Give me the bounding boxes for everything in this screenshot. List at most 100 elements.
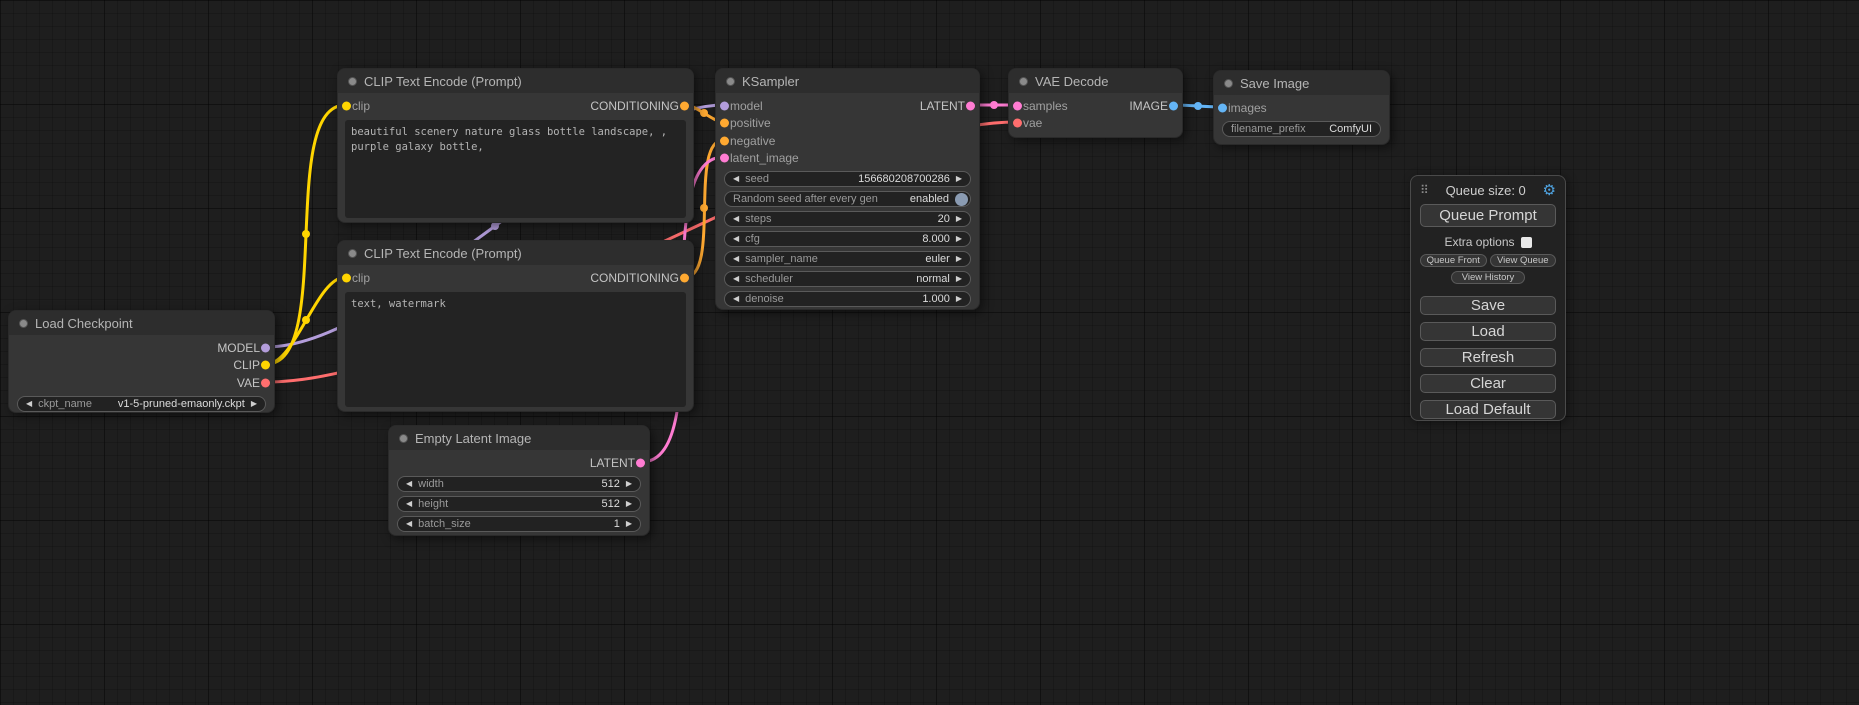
output-port-conditioning[interactable] (680, 101, 689, 110)
output-label-latent: LATENT (920, 99, 965, 113)
arrow-left-icon[interactable]: ◀ (733, 235, 739, 243)
widget-scheduler[interactable]: ◀ scheduler normal ▶ (724, 271, 971, 287)
arrow-right-icon[interactable]: ▶ (956, 215, 962, 223)
view-history-button[interactable]: View History (1451, 271, 1525, 284)
output-port-vae[interactable] (261, 378, 270, 387)
node-title-bar[interactable]: KSampler (716, 69, 979, 93)
node-ksampler[interactable]: KSampler model LATENT positive negative … (715, 68, 980, 310)
output-port-image[interactable] (1169, 101, 1178, 110)
input-port-clip[interactable] (342, 101, 351, 110)
widget-height[interactable]: ◀ height 512 ▶ (397, 496, 641, 512)
slot-row: negative (716, 132, 979, 150)
arrow-right-icon[interactable]: ▶ (956, 235, 962, 243)
widget-label: width (418, 478, 444, 490)
prompt-text-input[interactable]: beautiful scenery nature glass bottle la… (345, 120, 686, 218)
widget-value: 20 (938, 213, 950, 225)
output-port-clip[interactable] (261, 361, 270, 370)
node-title-bar[interactable]: Save Image (1214, 71, 1389, 95)
arrow-left-icon[interactable]: ◀ (406, 520, 412, 528)
arrow-right-icon[interactable]: ▶ (956, 275, 962, 283)
node-title-bar[interactable]: Load Checkpoint (9, 311, 274, 335)
collapse-icon[interactable] (726, 77, 735, 86)
widget-value: 512 (601, 478, 619, 490)
widget-denoise[interactable]: ◀ denoise 1.000 ▶ (724, 291, 971, 307)
arrow-left-icon[interactable]: ◀ (733, 295, 739, 303)
toggle-knob-icon[interactable] (955, 193, 968, 206)
widget-ckpt-name[interactable]: ◀ ckpt_name v1-5-pruned-emaonly.ckpt ▶ (17, 396, 266, 412)
arrow-right-icon[interactable]: ▶ (956, 175, 962, 183)
save-button[interactable]: Save (1420, 296, 1556, 315)
drag-handle-icon[interactable]: ⠿ (1420, 183, 1429, 197)
collapse-icon[interactable] (1224, 79, 1233, 88)
node-title-bar[interactable]: CLIP Text Encode (Prompt) (338, 241, 693, 265)
input-port-negative[interactable] (720, 136, 729, 145)
node-clip-text-encode-negative[interactable]: CLIP Text Encode (Prompt) clip CONDITION… (337, 240, 694, 412)
input-port-clip[interactable] (342, 273, 351, 282)
slot-row: latent_image (716, 150, 979, 168)
node-save-image[interactable]: Save Image images filename_prefix ComfyU… (1213, 70, 1390, 145)
input-port-positive[interactable] (720, 119, 729, 128)
extra-options-row: Extra options (1420, 235, 1556, 249)
output-port-latent[interactable] (966, 101, 975, 110)
arrow-right-icon[interactable]: ▶ (956, 255, 962, 263)
extra-options-checkbox[interactable] (1521, 237, 1532, 248)
arrow-right-icon[interactable]: ▶ (626, 500, 632, 508)
refresh-button[interactable]: Refresh (1420, 348, 1556, 367)
node-clip-text-encode-positive[interactable]: CLIP Text Encode (Prompt) clip CONDITION… (337, 68, 694, 223)
arrow-left-icon[interactable]: ◀ (406, 500, 412, 508)
widget-batch-size[interactable]: ◀ batch_size 1 ▶ (397, 516, 641, 532)
collapse-icon[interactable] (19, 319, 28, 328)
settings-gear-icon[interactable]: ⚙ (1543, 183, 1556, 198)
queue-prompt-button[interactable]: Queue Prompt (1420, 204, 1556, 227)
widget-steps[interactable]: ◀ steps 20 ▶ (724, 211, 971, 227)
queue-buttons-row: Queue Front View Queue (1420, 254, 1556, 267)
input-port-samples[interactable] (1013, 101, 1022, 110)
output-port-conditioning[interactable] (680, 273, 689, 282)
output-port-model[interactable] (261, 343, 270, 352)
load-default-button[interactable]: Load Default (1420, 400, 1556, 419)
widget-seed[interactable]: ◀ seed 156680208700286 ▶ (724, 171, 971, 187)
input-port-model[interactable] (720, 101, 729, 110)
node-title-bar[interactable]: Empty Latent Image (389, 426, 649, 450)
input-port-latent-image[interactable] (720, 154, 729, 163)
arrow-right-icon[interactable]: ▶ (956, 295, 962, 303)
arrow-right-icon[interactable]: ▶ (626, 520, 632, 528)
node-title-bar[interactable]: CLIP Text Encode (Prompt) (338, 69, 693, 93)
link-midpoint-dot (302, 316, 310, 324)
arrow-left-icon[interactable]: ◀ (733, 255, 739, 263)
collapse-icon[interactable] (348, 249, 357, 258)
arrow-left-icon[interactable]: ◀ (406, 480, 412, 488)
arrow-right-icon[interactable]: ▶ (626, 480, 632, 488)
collapse-icon[interactable] (348, 77, 357, 86)
widget-sampler-name[interactable]: ◀ sampler_name euler ▶ (724, 251, 971, 267)
node-load-checkpoint[interactable]: Load Checkpoint MODEL CLIP VAE ◀ ckpt_na… (8, 310, 275, 413)
widget-label: filename_prefix (1231, 123, 1306, 135)
view-queue-button[interactable]: View Queue (1490, 254, 1557, 267)
slot-row: vae (1009, 115, 1182, 133)
widget-filename-prefix[interactable]: filename_prefix ComfyUI (1222, 121, 1381, 137)
clear-button[interactable]: Clear (1420, 374, 1556, 393)
input-port-images[interactable] (1218, 103, 1227, 112)
widget-control-after-generate[interactable]: Random seed after every gen enabled (724, 191, 971, 207)
prompt-text-input[interactable]: text, watermark (345, 292, 686, 407)
widget-label: ckpt_name (38, 398, 92, 410)
arrow-left-icon[interactable]: ◀ (733, 215, 739, 223)
input-port-vae[interactable] (1013, 119, 1022, 128)
arrow-right-icon[interactable]: ▶ (251, 400, 257, 408)
arrow-left-icon[interactable]: ◀ (733, 275, 739, 283)
arrow-left-icon[interactable]: ◀ (733, 175, 739, 183)
widget-width[interactable]: ◀ width 512 ▶ (397, 476, 641, 492)
slot-row: LATENT (389, 454, 649, 472)
collapse-icon[interactable] (399, 434, 408, 443)
output-port-latent[interactable] (636, 458, 645, 467)
output-label-model: MODEL (217, 341, 260, 355)
collapse-icon[interactable] (1019, 77, 1028, 86)
widget-cfg[interactable]: ◀ cfg 8.000 ▶ (724, 231, 971, 247)
node-empty-latent-image[interactable]: Empty Latent Image LATENT ◀ width 512 ▶ … (388, 425, 650, 536)
queue-front-button[interactable]: Queue Front (1420, 254, 1487, 267)
node-vae-decode[interactable]: VAE Decode samples IMAGE vae (1008, 68, 1183, 138)
load-button[interactable]: Load (1420, 322, 1556, 341)
arrow-left-icon[interactable]: ◀ (26, 400, 32, 408)
node-title-bar[interactable]: VAE Decode (1009, 69, 1182, 93)
link-midpoint-dot (700, 204, 708, 212)
